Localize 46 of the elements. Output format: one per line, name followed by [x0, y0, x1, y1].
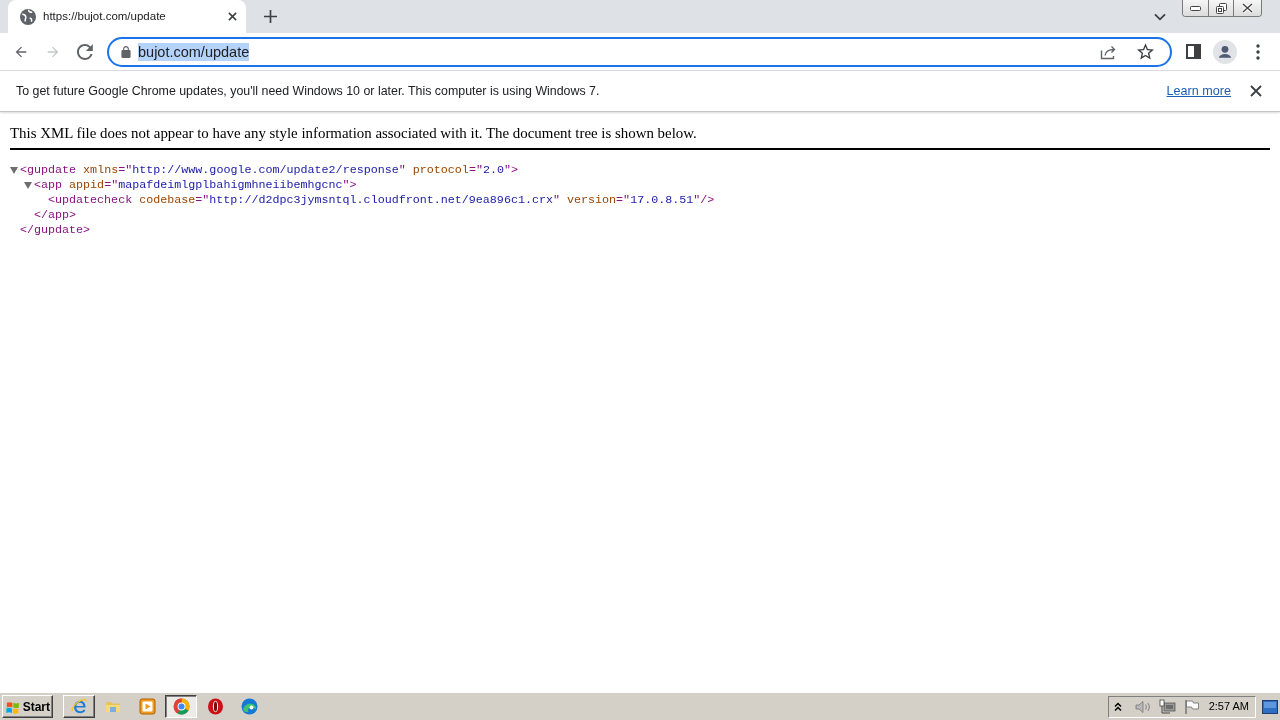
circle-logo-icon	[172, 698, 190, 715]
restore-button[interactable]	[1208, 0, 1233, 16]
plus-icon	[263, 10, 277, 23]
close-icon	[1242, 3, 1253, 13]
star-icon	[1136, 43, 1154, 60]
minimize-icon	[1190, 5, 1201, 11]
flag-icon[interactable]	[1184, 699, 1200, 714]
profile-button[interactable]	[1211, 37, 1239, 66]
share-icon	[1099, 43, 1117, 60]
taskbar-button[interactable]	[165, 695, 197, 718]
xml-line: </gupdate>	[20, 223, 91, 238]
double-chevron-icon[interactable]	[1114, 701, 1122, 712]
chevron-down-icon	[1154, 12, 1166, 21]
wave-logo-icon	[240, 698, 258, 715]
close-infobar-button[interactable]	[1248, 83, 1264, 99]
person-icon	[1213, 39, 1237, 64]
e-logo-icon	[70, 698, 88, 715]
minimize-button[interactable]	[1183, 0, 1208, 16]
side-panel-icon	[1185, 44, 1201, 59]
kebab-menu-icon	[1256, 43, 1260, 60]
disclosure-triangle-icon[interactable]	[10, 167, 18, 174]
address-bar[interactable]: bujot.com/update	[107, 36, 1172, 67]
xml-line: <updatecheck codebase="http://d2dpc3jymsntql.cloudfront.net/9ea896c1.crx" version="17.0.8.51"/>	[48, 193, 715, 208]
globe-icon	[20, 8, 36, 25]
play-tile-icon	[138, 698, 156, 715]
start-button[interactable]: Start	[2, 695, 53, 718]
close-icon	[227, 12, 237, 21]
close-icon	[1250, 85, 1262, 97]
network-icon[interactable]	[1159, 698, 1176, 715]
show-desktop-button[interactable]	[1262, 699, 1278, 714]
xml-style-notice: This XML file does not appear to have any style information associated with it. The document tree is shown below.	[10, 124, 698, 142]
clock-text[interactable]: 2:57 AM	[1208, 698, 1249, 715]
desktop-icon	[1262, 699, 1278, 714]
url-text: bujot.com/update	[138, 42, 250, 61]
xml-line: <app appid="mapafdeimlgplbahigmhneiibemhgcnc">	[34, 178, 357, 193]
disclosure-triangle-icon[interactable]	[24, 182, 32, 189]
close-window-button[interactable]	[1233, 0, 1261, 16]
learn-more-link[interactable]: Learn more	[1166, 81, 1231, 101]
o-ring-icon	[206, 698, 224, 715]
xml-line: <gupdate xmlns="http://www.google.com/update2/response" protocol="2.0">	[20, 163, 518, 178]
restore-icon	[1215, 2, 1227, 14]
browser-tab[interactable]: https://bujot.com/update	[8, 0, 246, 33]
update-warning-message: To get future Google Chrome updates, you'll need Windows 10 or later. This computer is using Windows 7.	[16, 82, 600, 100]
reload-icon	[77, 43, 93, 60]
lock-icon[interactable]	[121, 45, 131, 58]
xml-line: </app>	[34, 208, 77, 223]
